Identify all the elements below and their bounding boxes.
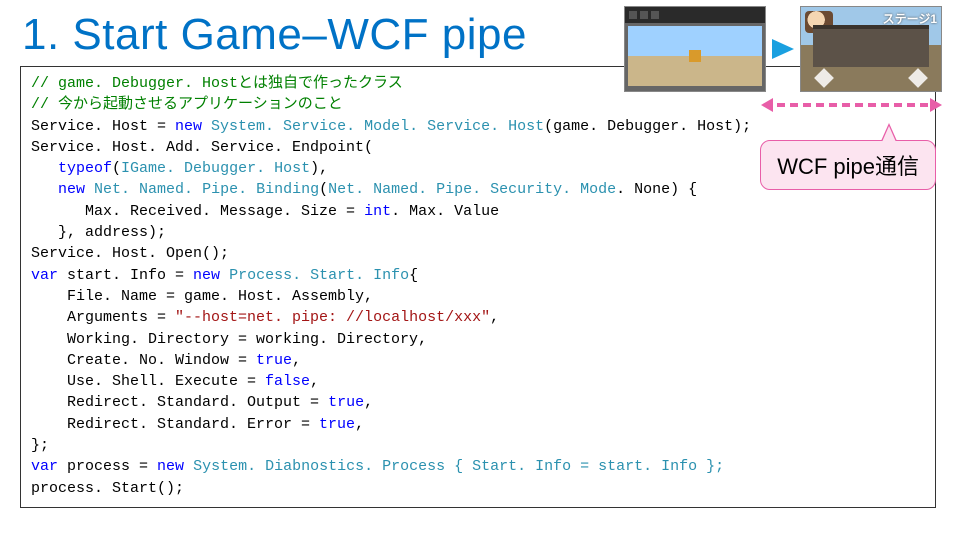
code-text: Working. Directory = working. Directory, <box>31 331 427 348</box>
arrow-right-head-icon <box>930 98 942 112</box>
code-keyword: new <box>157 458 184 475</box>
code-text <box>31 160 58 177</box>
game-building <box>813 25 929 67</box>
code-text: ( <box>319 181 328 198</box>
code-text: Max. Received. Message. Size = <box>31 203 364 220</box>
code-keyword: new <box>193 267 220 284</box>
code-type: System. Service. Model. Service. Host <box>202 118 544 135</box>
dashed-line-icon <box>777 103 928 107</box>
callout-label: WCF pipe通信 <box>777 154 919 179</box>
code-text: . Max. Value <box>391 203 499 220</box>
code-text: process. Start(); <box>31 480 184 497</box>
code-text: Create. No. Window = <box>31 352 256 369</box>
code-keyword: new <box>175 118 202 135</box>
code-box: // game. Debugger. Hostとは独自で作ったクラス // 今か… <box>20 66 936 508</box>
code-text <box>31 181 58 198</box>
code-text: process = <box>58 458 157 475</box>
code-keyword: var <box>31 267 58 284</box>
code-text: Redirect. Standard. Error = <box>31 416 319 433</box>
code-type: Net. Named. Pipe. Security. Mode <box>328 181 616 198</box>
code-text: start. Info = <box>58 267 193 284</box>
game-right-control-icon <box>908 68 928 88</box>
code-keyword: true <box>328 394 364 411</box>
code-comment: // game. Debugger. Hostとは独自で作ったクラス <box>31 75 403 92</box>
code-text: , <box>490 309 499 326</box>
code-text: Service. Host. Open(); <box>31 245 229 262</box>
code-text: , <box>364 394 373 411</box>
code-keyword: typeof <box>58 160 112 177</box>
code-keyword: new <box>58 181 85 198</box>
code-keyword: int <box>364 203 391 220</box>
code-text: Redirect. Standard. Output = <box>31 394 328 411</box>
arrow-right-icon <box>772 39 794 59</box>
code-type: Process. Start. Info <box>229 267 409 284</box>
code-text: . None) { <box>616 181 697 198</box>
code-text: ( <box>112 160 121 177</box>
code-text: (game. Debugger. Host); <box>544 118 751 135</box>
code-text: , <box>292 352 301 369</box>
slide-root: 1. Start Game–WCF pipe ステージ1 WCF pipe通信 … <box>0 0 960 540</box>
code-text <box>85 181 94 198</box>
code-text: File. Name = game. Host. Assembly, <box>31 288 373 305</box>
game-left-control-icon <box>814 68 834 88</box>
code-text: }, address); <box>31 224 166 241</box>
code-text: Service. Host. Add. Service. Endpoint( <box>31 139 373 156</box>
code-listing: // game. Debugger. Hostとは独自で作ったクラス // 今か… <box>31 73 925 499</box>
code-text: }; <box>31 437 49 454</box>
editor-viewport <box>628 26 762 86</box>
code-string: "--host=net. pipe: //localhost/xxx" <box>175 309 490 326</box>
code-text: , <box>355 416 364 433</box>
code-text: { <box>409 267 418 284</box>
code-text: ), <box>310 160 328 177</box>
code-keyword: true <box>319 416 355 433</box>
code-type: IGame. Debugger. Host <box>121 160 310 177</box>
code-text: Service. Host = <box>31 118 175 135</box>
editor-toolbar <box>625 7 765 23</box>
wcf-pipe-callout: WCF pipe通信 <box>760 140 936 190</box>
code-text: Arguments = <box>31 309 175 326</box>
code-text: Use. Shell. Execute = <box>31 373 265 390</box>
thumbnail-row: ステージ1 <box>624 6 942 92</box>
code-keyword: var <box>31 458 58 475</box>
code-text <box>220 267 229 284</box>
code-keyword: true <box>256 352 292 369</box>
game-thumbnail: ステージ1 <box>800 6 942 92</box>
code-comment: // 今から起動させるアプリケーションのこと <box>31 96 343 113</box>
code-keyword: false <box>265 373 310 390</box>
code-type: System. Diabnostics. Process { Start. In… <box>184 458 724 475</box>
arrow-left-head-icon <box>761 98 773 112</box>
code-text: , <box>310 373 319 390</box>
code-type: Net. Named. Pipe. Binding <box>94 181 319 198</box>
editor-thumbnail <box>624 6 766 92</box>
wcf-pipe-arrow <box>761 98 942 112</box>
